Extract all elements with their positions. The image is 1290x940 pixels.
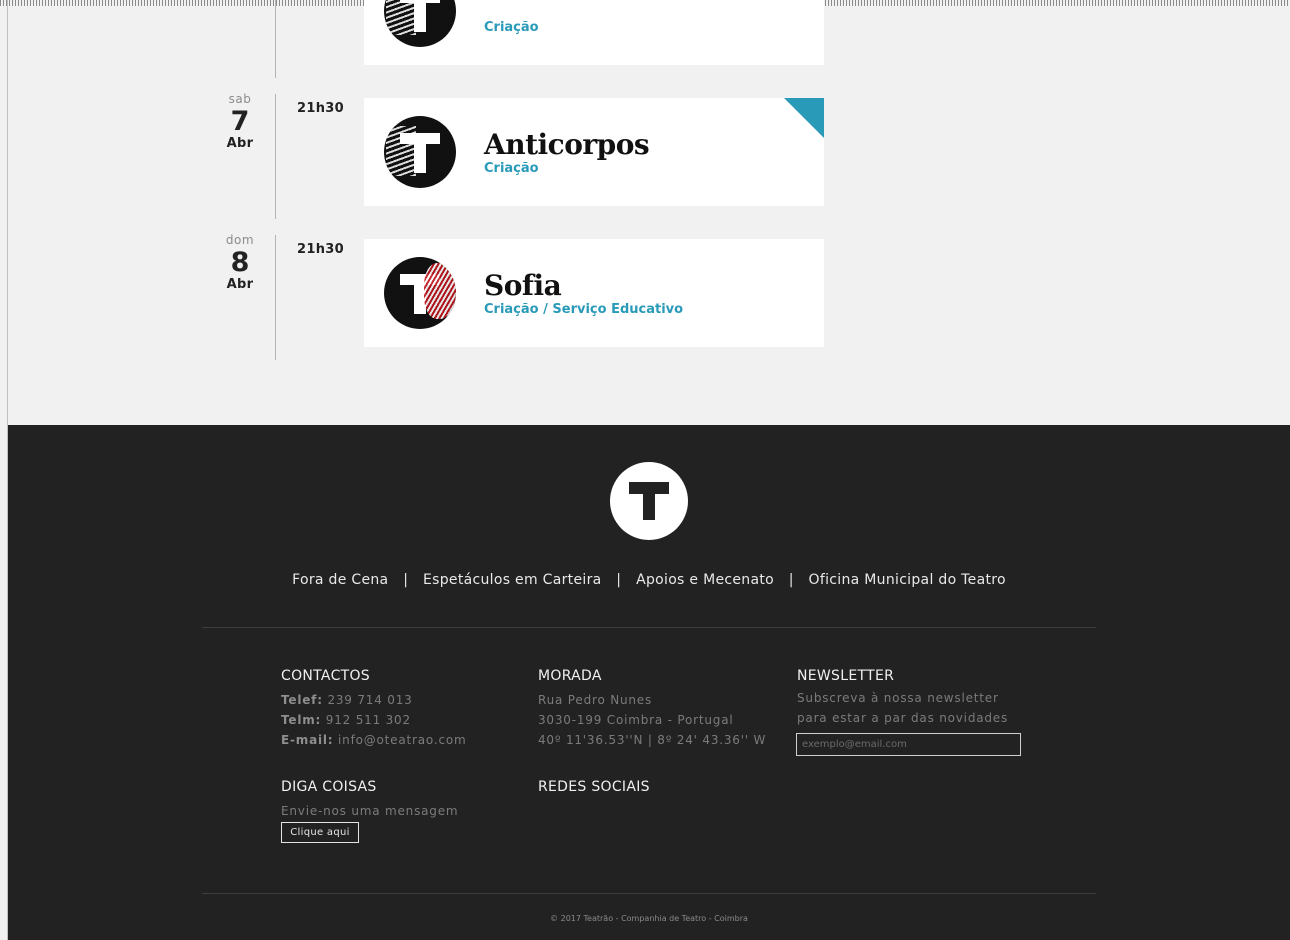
timeline-line bbox=[275, 0, 276, 78]
morada-city: 3030-199 Coimbra - Portugal bbox=[538, 713, 734, 727]
corner-flag-icon bbox=[784, 98, 824, 138]
footer: Fora de Cena | Espetáculos em Carteira |… bbox=[8, 425, 1290, 940]
morada-heading: MORADA bbox=[538, 668, 602, 684]
telm-value[interactable]: 912 511 302 bbox=[326, 713, 411, 727]
newsletter-text-1: Subscreva à nossa newsletter bbox=[797, 691, 999, 705]
event-category[interactable]: Criação bbox=[484, 20, 539, 35]
footer-divider bbox=[202, 893, 1096, 894]
contactos-section: CONTACTOS Telef: 239 714 013 Telm: 912 5… bbox=[281, 668, 467, 750]
morada-coordinates: 40º 11'36.53''N | 8º 24' 43.36'' W bbox=[538, 733, 767, 747]
event-card[interactable]: Criação bbox=[364, 0, 824, 65]
redes-heading: REDES SOCIAIS bbox=[538, 779, 650, 795]
redes-sociais-section: REDES SOCIAIS bbox=[538, 779, 650, 801]
email-value[interactable]: info@oteatrao.com bbox=[338, 733, 466, 747]
event-date: sab 7 Abr bbox=[210, 92, 270, 151]
copyright: © 2017 Teatrão - Companhia de Teatro - C… bbox=[550, 914, 748, 923]
nav-separator: | bbox=[403, 572, 409, 588]
footer-divider bbox=[202, 627, 1096, 628]
newsletter-section: NEWSLETTER Subscreva à nossa newsletter … bbox=[797, 668, 1008, 728]
diga-text: Envie-nos uma mensagem bbox=[281, 804, 459, 818]
nav-separator: | bbox=[788, 572, 794, 588]
event-artwork bbox=[386, 0, 416, 35]
event-day: 7 bbox=[230, 106, 250, 137]
event-artwork bbox=[424, 263, 456, 319]
event-month: Abr bbox=[226, 277, 254, 292]
newsletter-text-2: para estar a par das novidades bbox=[797, 711, 1009, 725]
email-label: E-mail: bbox=[281, 733, 334, 747]
telm-label: Telm: bbox=[281, 713, 322, 727]
contactos-heading: CONTACTOS bbox=[281, 668, 370, 684]
footer-link-oficina[interactable]: Oficina Municipal do Teatro bbox=[809, 572, 1006, 588]
event-category[interactable]: Criação / Serviço Educativo bbox=[484, 302, 683, 317]
newsletter-heading: NEWSLETTER bbox=[797, 668, 895, 684]
footer-link-fora-de-cena[interactable]: Fora de Cena bbox=[292, 572, 388, 588]
diga-heading: DIGA COISAS bbox=[281, 779, 377, 795]
timeline-line bbox=[275, 235, 276, 360]
footer-nav: Fora de Cena | Espetáculos em Carteira |… bbox=[8, 572, 1290, 588]
telef-label: Telef: bbox=[281, 693, 323, 707]
event-title[interactable]: Sofia bbox=[484, 269, 562, 302]
event-month: Abr bbox=[226, 136, 254, 151]
event-logo-icon bbox=[384, 116, 456, 188]
footer-link-espetaculos[interactable]: Espetáculos em Carteira bbox=[423, 572, 602, 588]
event-logo-icon bbox=[384, 257, 456, 329]
event-time: 21h30 bbox=[297, 101, 344, 116]
event-card[interactable]: Anticorpos Criação bbox=[364, 98, 824, 206]
teatrao-logo-icon[interactable] bbox=[610, 462, 688, 540]
event-weekday: sab bbox=[228, 92, 252, 106]
diga-coisas-section: DIGA COISAS Envie-nos uma mensagem bbox=[281, 779, 458, 821]
morada-section: MORADA Rua Pedro Nunes 3030-199 Coimbra … bbox=[538, 668, 766, 750]
event-weekday: dom bbox=[225, 233, 255, 247]
nav-separator: | bbox=[616, 572, 622, 588]
timeline-line bbox=[275, 94, 276, 219]
event-date: dom 8 Abr bbox=[210, 233, 270, 292]
newsletter-email-input[interactable] bbox=[796, 733, 1021, 756]
footer-link-apoios[interactable]: Apoios e Mecenato bbox=[636, 572, 774, 588]
event-category[interactable]: Criação bbox=[484, 161, 539, 176]
event-day: 8 bbox=[230, 247, 250, 278]
event-title[interactable]: Anticorpos bbox=[484, 128, 650, 161]
telef-value[interactable]: 239 714 013 bbox=[327, 693, 412, 707]
event-time: 21h30 bbox=[297, 242, 344, 257]
event-card[interactable]: Sofia Criação / Serviço Educativo bbox=[364, 239, 824, 347]
clique-aqui-button[interactable]: Clique aqui bbox=[281, 822, 359, 843]
morada-street: Rua Pedro Nunes bbox=[538, 693, 653, 707]
event-logo-icon bbox=[384, 0, 456, 47]
